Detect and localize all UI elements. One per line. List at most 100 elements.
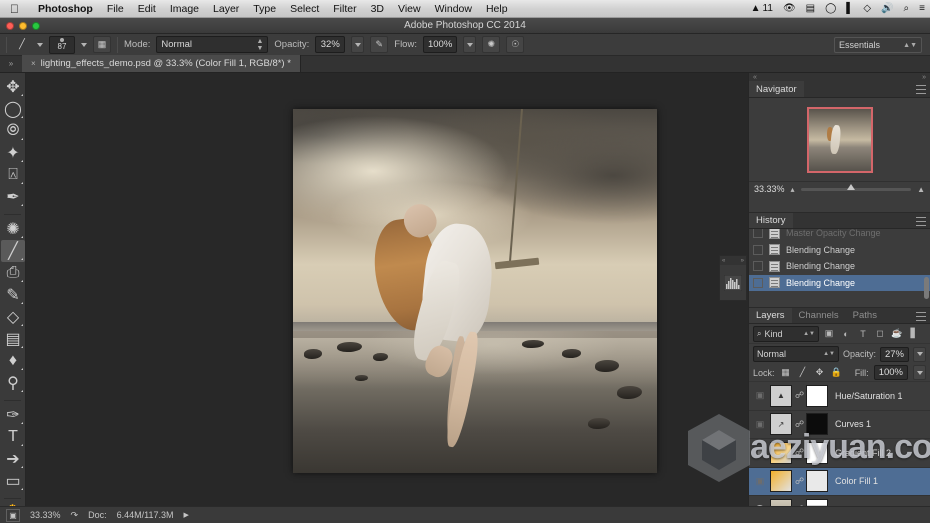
maximize-button[interactable] xyxy=(32,22,40,30)
panel-menu-icon[interactable] xyxy=(916,217,926,226)
airbrush-button[interactable]: ✺ xyxy=(482,36,501,53)
brush-size-chevron-down-icon[interactable] xyxy=(81,42,87,47)
menu-file[interactable]: File xyxy=(100,0,131,18)
layer-mask-thumb[interactable] xyxy=(806,441,828,464)
layer-mask-link-icon[interactable]: ☍ xyxy=(795,447,804,458)
layer-mask-link-icon[interactable]: ☍ xyxy=(795,419,804,430)
layer-filter-kind-select[interactable]: ⌕ Kind ▲▼ xyxy=(753,325,819,342)
layer-row[interactable]: ▣ ▲ ☍ Hue/Saturation 1 xyxy=(749,382,930,411)
zoom-out-icon[interactable]: ▴ xyxy=(791,185,795,194)
color-fill-thumb[interactable] xyxy=(770,470,792,493)
move-tool[interactable]: ✥ xyxy=(1,76,25,98)
history-snapshot-checkbox[interactable] xyxy=(753,261,763,272)
tab-layers[interactable]: Layers xyxy=(749,308,792,323)
lock-image-icon[interactable]: ╱ xyxy=(797,367,809,379)
collapse-icon[interactable]: « xyxy=(753,74,757,81)
pen-tool[interactable]: ✑ xyxy=(1,404,25,426)
history-brush-tool[interactable]: ✎ xyxy=(1,284,25,306)
document-canvas[interactable] xyxy=(293,109,657,473)
flow-stepper[interactable] xyxy=(463,36,477,53)
layer-mask-thumb[interactable] xyxy=(806,470,828,493)
layer-visibility-icon[interactable]: ▣ xyxy=(753,447,767,458)
blend-mode-select[interactable]: Normal ▲ ▼ xyxy=(156,36,269,53)
histogram-icon[interactable] xyxy=(720,265,746,300)
layer-row-selected[interactable]: ▣ ☍ Color Fill 1 xyxy=(749,467,930,496)
brush-preset-chevron-down-icon[interactable] xyxy=(37,42,43,47)
history-item[interactable]: Blending Change xyxy=(749,242,930,259)
zoom-in-icon[interactable]: ▲ xyxy=(917,185,925,194)
layer-row[interactable]: ▣ ☍ Gradient Fill 2 xyxy=(749,439,930,468)
wifi-icon[interactable]: ◇ xyxy=(858,0,876,18)
layer-fill-input[interactable]: 100% xyxy=(873,365,908,380)
tab-history[interactable]: History xyxy=(749,213,793,228)
screen-mode-icon[interactable]: ▣ xyxy=(6,508,20,522)
expand-icon[interactable]: » xyxy=(922,74,926,81)
tab-paths[interactable]: Paths xyxy=(846,308,884,323)
zoom-slider-thumb[interactable] xyxy=(846,183,855,190)
history-snapshot-checkbox[interactable] xyxy=(753,244,763,255)
history-item[interactable]: Blending Change xyxy=(749,258,930,275)
clock-icon[interactable]: ◯ xyxy=(820,0,841,18)
eraser-tool[interactable]: ◇ xyxy=(1,306,25,328)
brush-size-field[interactable]: 87 xyxy=(49,35,75,54)
adjustment-filter-icon[interactable]: ◐ xyxy=(839,326,853,342)
tab-overflow-icon[interactable]: » xyxy=(0,55,22,72)
canvas-workspace[interactable] xyxy=(26,73,748,506)
menu-filter[interactable]: Filter xyxy=(326,0,363,18)
gradient-fill-thumb[interactable] xyxy=(770,441,792,464)
document-tab[interactable]: × lighting_effects_demo.psd @ 33.3% (Col… xyxy=(22,55,301,72)
layer-row[interactable]: ▣ ↗ ☍ Curves 1 xyxy=(749,411,930,439)
eye-icon[interactable]: 👁 xyxy=(778,0,801,18)
layer-blend-mode-select[interactable]: Normal ▲▼ xyxy=(753,346,839,362)
marquee-tool[interactable]: ◯ xyxy=(1,98,25,120)
lock-transparent-icon[interactable]: ▦ xyxy=(780,367,792,379)
shape-filter-icon[interactable]: ◻ xyxy=(873,326,887,342)
history-scrollbar[interactable] xyxy=(924,277,929,299)
volume-icon[interactable]: 🔊 xyxy=(876,0,898,18)
history-item-selected[interactable]: Blending Change xyxy=(749,274,930,291)
workspace-select[interactable]: Essentials ▲▼ xyxy=(834,37,922,53)
gradient-tool[interactable]: ▤ xyxy=(1,328,25,350)
layer-mask-link-icon[interactable]: ☍ xyxy=(795,390,804,401)
tab-navigator[interactable]: Navigator xyxy=(749,81,804,97)
apple-icon[interactable]:  xyxy=(10,3,19,15)
magic-wand-tool[interactable]: ✦ xyxy=(1,142,25,164)
panel-menu-icon[interactable] xyxy=(916,85,926,94)
status-options-arrow-icon[interactable]: ▶ xyxy=(183,511,188,519)
navigator-thumbnail-area[interactable] xyxy=(749,98,930,181)
opacity-pressure-button[interactable]: ✎ xyxy=(370,36,389,53)
layer-fill-stepper[interactable] xyxy=(913,365,926,380)
expand-icon[interactable]: » xyxy=(741,258,744,264)
blur-tool[interactable]: ♦ xyxy=(1,350,25,372)
pixel-filter-icon[interactable]: ▣ xyxy=(822,326,836,342)
lock-all-icon[interactable]: 🔒 xyxy=(831,367,843,379)
dodge-tool[interactable]: ⚲ xyxy=(1,372,25,394)
spot-healing-tool[interactable]: ✺ xyxy=(1,218,25,240)
close-button[interactable] xyxy=(6,22,14,30)
search-icon[interactable]: ⌕ xyxy=(899,0,915,18)
options-grip[interactable] xyxy=(6,36,7,53)
layer-visibility-icon[interactable]: ▣ xyxy=(753,390,767,401)
lock-position-icon[interactable]: ✥ xyxy=(814,367,826,379)
history-snapshot-checkbox[interactable] xyxy=(753,277,763,288)
menu-window[interactable]: Window xyxy=(428,0,479,18)
menu-type[interactable]: Type xyxy=(246,0,283,18)
menu-image[interactable]: Image xyxy=(163,0,206,18)
brush-tool[interactable]: ╱ xyxy=(1,240,25,262)
opacity-input[interactable]: 32% xyxy=(315,36,346,53)
menu-photoshop[interactable]: Photoshop xyxy=(31,0,100,18)
layer-opacity-input[interactable]: 27% xyxy=(879,346,909,362)
flow-input[interactable]: 100% xyxy=(422,36,458,53)
tablet-pressure-size-button[interactable]: ☉ xyxy=(506,36,525,53)
clone-stamp-tool[interactable]: ⎙ xyxy=(1,262,25,284)
menu-help[interactable]: Help xyxy=(479,0,515,18)
app-badge[interactable]: ▲ 11 xyxy=(746,0,778,18)
opacity-stepper[interactable] xyxy=(351,36,365,53)
crop-tool[interactable]: ⍓ xyxy=(1,164,25,186)
path-selection-tool[interactable]: ➔ xyxy=(1,448,25,470)
brush-stroke-preview-icon[interactable]: ╱ xyxy=(13,37,31,53)
zoom-slider[interactable] xyxy=(800,183,912,191)
panel-menu-icon[interactable] xyxy=(916,312,926,321)
navigator-panel-grip[interactable]: « » xyxy=(749,73,930,81)
filter-toggle-icon[interactable]: ▋ xyxy=(907,326,921,342)
